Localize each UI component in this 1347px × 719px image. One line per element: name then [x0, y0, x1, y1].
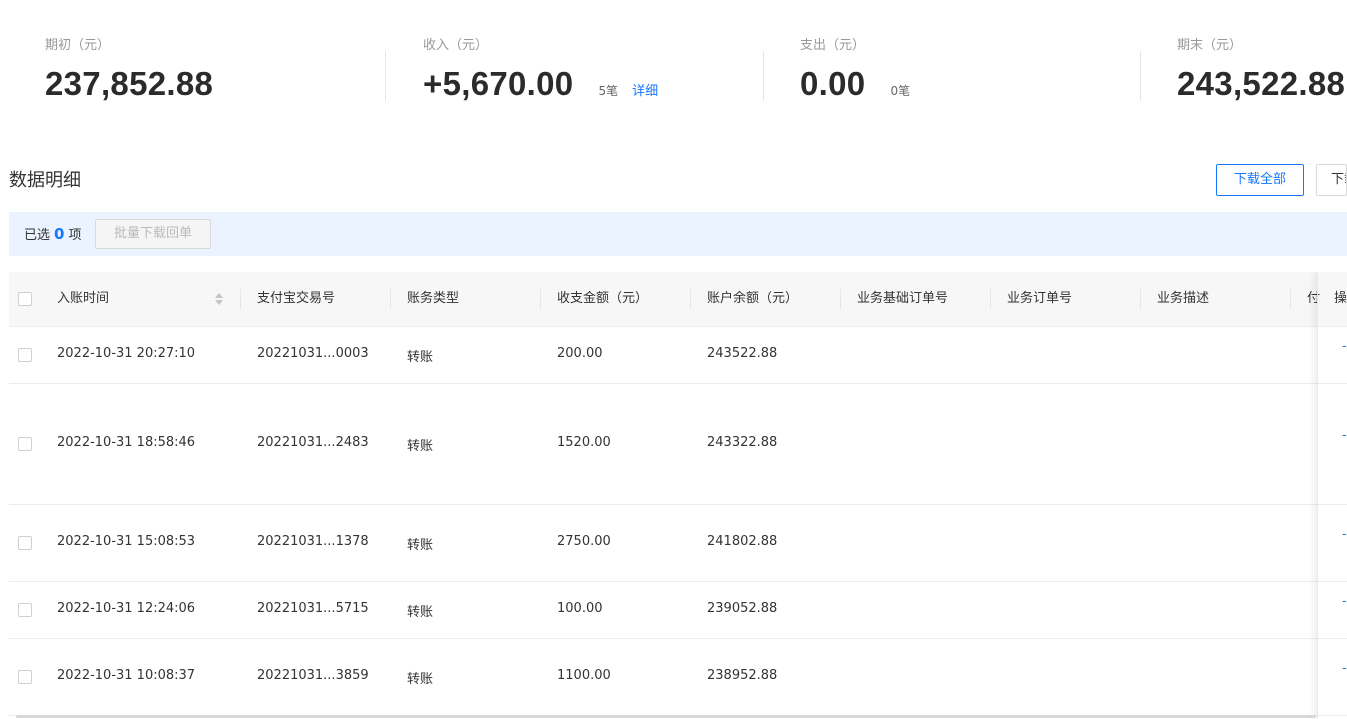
closing-label: 期末（元） — [1177, 38, 1243, 53]
income-value: +5,670.00 — [423, 65, 574, 102]
table-row: 2022-10-31 10:08:37 20221031...3859 转账 1… — [9, 639, 1347, 716]
cell-time: 2022-10-31 18:58:46 — [57, 435, 196, 450]
cell-trade-no: 20221031...1378 — [257, 534, 369, 549]
income-stat: 收入（元） +5,670.00 5笔 详细 — [423, 36, 658, 102]
cell-trade-no: 20221031...2483 — [257, 435, 369, 450]
cell-trade-no: 20221031...3859 — [257, 668, 369, 683]
column-header-base-order-no: 业务基础订单号 — [857, 291, 949, 306]
column-divider — [390, 289, 391, 309]
row-checkbox[interactable] — [18, 670, 32, 684]
column-divider — [240, 289, 241, 309]
expense-stat: 支出（元） 0.00 0笔 — [800, 36, 910, 102]
table-row: 2022-10-31 15:08:53 20221031...1378 转账 2… — [9, 505, 1347, 582]
income-label: 收入（元） — [423, 38, 489, 53]
table-header: 入账时间 支付宝交易号 账务类型 收支金额（元） 账户余额（元） 业务基础订单号… — [9, 272, 1347, 327]
transaction-table: 入账时间 支付宝交易号 账务类型 收支金额（元） 账户余额（元） 业务基础订单号… — [9, 272, 1347, 719]
row-action-link[interactable]: - — [1342, 428, 1347, 443]
cell-balance: 243522.88 — [707, 346, 778, 361]
cell-balance: 243322.88 — [707, 435, 778, 450]
selection-suffix: 项 — [68, 228, 82, 243]
cell-time: 2022-10-31 20:27:10 — [57, 346, 196, 361]
divider — [385, 51, 386, 101]
column-header-order-no: 业务订单号 — [1007, 291, 1073, 306]
cell-type: 转账 — [407, 350, 434, 365]
sort-icon[interactable] — [214, 293, 224, 305]
cell-type: 转账 — [407, 672, 434, 687]
table-row: 2022-10-31 12:24:06 20221031...5715 转账 1… — [9, 582, 1347, 639]
column-divider — [1290, 289, 1291, 309]
column-header-action: 操 — [1334, 291, 1347, 306]
balance-summary: 期初（元） 237,852.88 收入（元） +5,670.00 5笔 详细 支… — [0, 0, 1347, 130]
cell-amount: 100.00 — [557, 601, 603, 616]
row-action-link[interactable]: - — [1342, 527, 1347, 542]
closing-value: 243,522.88 — [1177, 65, 1346, 102]
selection-summary: 已选 0 项 — [24, 224, 81, 246]
income-count: 5笔 — [598, 84, 619, 98]
cell-amount: 1520.00 — [557, 435, 611, 450]
batch-download-receipt-button[interactable]: 批量下载回单 — [95, 219, 211, 249]
expense-value: 0.00 — [800, 65, 866, 102]
section-title: 数据明细 — [9, 170, 81, 191]
table-row: 2022-10-31 20:27:10 20221031...0003 转账 2… — [9, 327, 1347, 384]
cell-trade-no: 20221031...5715 — [257, 601, 369, 616]
cell-time: 2022-10-31 10:08:37 — [57, 668, 196, 683]
expense-count: 0笔 — [890, 84, 911, 98]
row-checkbox[interactable] — [18, 437, 32, 451]
row-action-link[interactable]: - — [1342, 339, 1347, 354]
column-header-balance: 账户余额（元） — [707, 291, 799, 306]
cell-balance: 238952.88 — [707, 668, 778, 683]
cell-balance: 241802.88 — [707, 534, 778, 549]
selection-count: 0 — [54, 225, 65, 243]
selection-bar: 已选 0 项 批量下载回单 — [9, 212, 1347, 256]
opening-label: 期初（元） — [45, 38, 111, 53]
column-divider — [1140, 289, 1141, 309]
table-row: 2022-10-31 18:58:46 20221031...2483 转账 1… — [9, 384, 1347, 505]
column-divider — [690, 289, 691, 309]
column-header-amount: 收支金额（元） — [557, 291, 649, 306]
column-header-trade-no: 支付宝交易号 — [257, 291, 336, 306]
divider — [763, 51, 764, 101]
column-header-time[interactable]: 入账时间 — [57, 272, 109, 326]
row-checkbox[interactable] — [18, 348, 32, 362]
horizontal-scrollbar[interactable] — [16, 715, 1316, 718]
row-checkbox[interactable] — [18, 603, 32, 617]
opening-balance-stat: 期初（元） 237,852.88 — [45, 36, 213, 102]
income-detail-link[interactable]: 详细 — [632, 80, 658, 99]
divider — [1140, 51, 1141, 101]
cell-amount: 1100.00 — [557, 668, 611, 683]
download-all-button[interactable]: 下载全部 — [1216, 164, 1304, 196]
cell-amount: 200.00 — [557, 346, 603, 361]
column-header-type: 账务类型 — [407, 291, 460, 306]
column-divider — [840, 289, 841, 309]
cell-type: 转账 — [407, 538, 434, 553]
column-divider — [990, 289, 991, 309]
column-header-description: 业务描述 — [1157, 291, 1210, 306]
selection-prefix: 已选 — [24, 228, 51, 243]
cell-trade-no: 20221031...0003 — [257, 346, 369, 361]
row-action-link[interactable]: - — [1342, 661, 1347, 676]
row-checkbox[interactable] — [18, 536, 32, 550]
expense-label: 支出（元） — [800, 38, 866, 53]
download-button[interactable]: 下载 — [1316, 164, 1347, 196]
opening-value: 237,852.88 — [45, 65, 214, 102]
cell-type: 转账 — [407, 605, 434, 620]
cell-balance: 239052.88 — [707, 601, 778, 616]
row-action-link[interactable]: - — [1342, 594, 1347, 609]
cell-time: 2022-10-31 15:08:53 — [57, 534, 196, 549]
select-all-checkbox[interactable] — [18, 292, 32, 306]
closing-balance-stat: 期末（元） 243,522.88 — [1177, 36, 1345, 102]
cell-amount: 2750.00 — [557, 534, 611, 549]
column-header-payer: 付 — [1307, 291, 1321, 306]
column-divider — [540, 289, 541, 309]
cell-type: 转账 — [407, 439, 434, 454]
cell-time: 2022-10-31 12:24:06 — [57, 601, 196, 616]
